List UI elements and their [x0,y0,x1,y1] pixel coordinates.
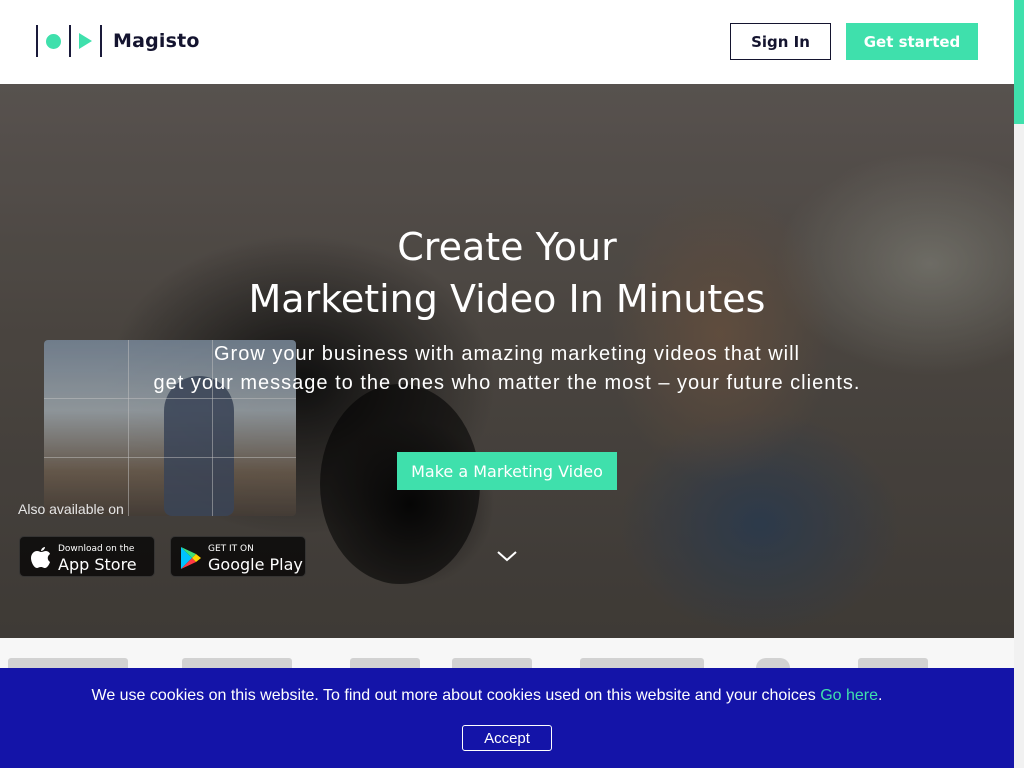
also-available-label: Also available on [18,501,124,517]
app-store-badge[interactable]: Download on the App Store [19,536,155,577]
hero-subheadline: Grow your business with amazing marketin… [0,340,1014,398]
partner-logo [8,658,128,668]
make-marketing-video-button[interactable]: Make a Marketing Video [397,452,617,490]
partner-logos-strip [0,638,1014,668]
chevron-down-icon[interactable] [497,546,517,566]
partner-logo [452,658,532,668]
accept-cookies-button[interactable]: Accept [462,725,552,751]
partner-logo [350,658,420,668]
app-store-small-text: Download on the [58,544,135,554]
cookie-banner: We use cookies on this website. To find … [0,668,1014,768]
headline-line-1: Create Your [397,225,617,269]
headline-line-2: Marketing Video In Minutes [248,277,766,321]
site-header: Magisto Sign In Get started [0,0,1014,84]
magisto-logo[interactable]: Magisto [36,25,200,57]
logo-bar-right [100,25,102,57]
app-store-text: App Store [58,555,137,574]
logo-dot-icon [46,33,61,49]
partner-logo [580,658,704,668]
get-started-button[interactable]: Get started [846,23,978,60]
partner-logo [756,658,790,668]
hero-headline: Create Your Marketing Video In Minutes [0,221,1014,325]
subheadline-line-1: Grow your business with amazing marketin… [214,343,800,365]
logo-play-icon [79,33,92,49]
partner-logo [182,658,292,668]
logo-bar-left [36,25,38,57]
hero-section: Create Your Marketing Video In Minutes G… [0,84,1014,638]
sign-in-button[interactable]: Sign In [730,23,831,60]
google-play-text: Google Play [208,555,303,574]
google-play-badge[interactable]: GET IT ON Google Play [170,536,306,577]
scrollbar-thumb[interactable] [1014,0,1024,124]
cookie-policy-link[interactable]: Go here [820,687,878,704]
google-play-small-text: GET IT ON [208,544,254,554]
cookie-message-text: We use cookies on this website. To find … [91,687,821,704]
google-play-icon [181,547,201,569]
brand-name: Magisto [113,30,200,52]
subheadline-line-2: get your message to the ones who matter … [153,372,861,394]
cookie-message-end: . [878,687,883,704]
cookie-message: We use cookies on this website. To find … [0,687,974,705]
logo-bar-middle [69,25,71,57]
apple-icon [31,547,50,568]
partner-logo [858,658,928,668]
